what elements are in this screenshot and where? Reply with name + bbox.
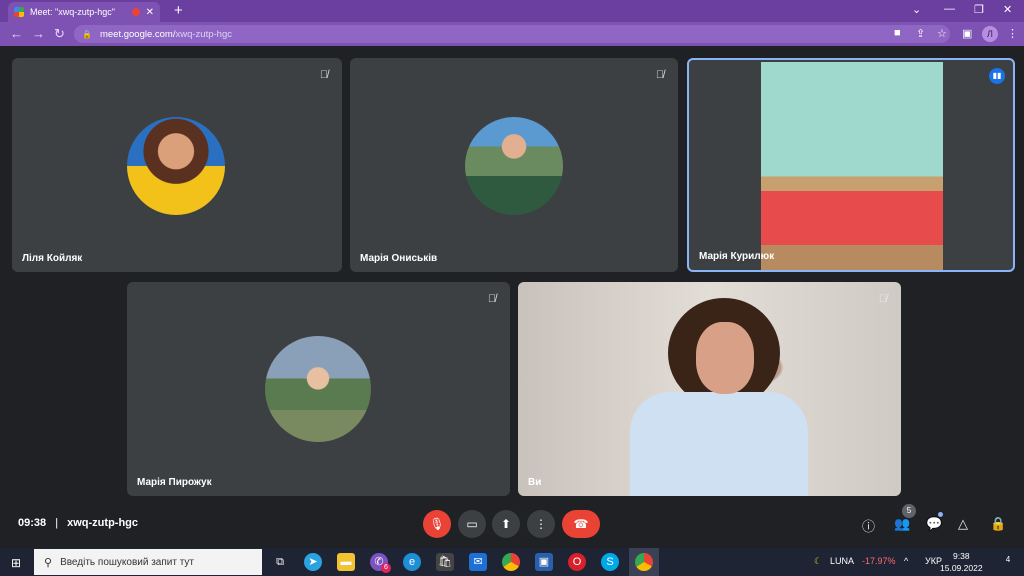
self-video-tile[interactable]: 🎙̸ Ви: [518, 282, 901, 496]
notification-center-icon[interactable]: 4: [1000, 555, 1016, 569]
chat-unread-dot: [938, 512, 943, 517]
present-screen-button[interactable]: ⬆: [492, 510, 520, 538]
clock-date: 15.09.2022: [940, 563, 983, 573]
task-view-icon[interactable]: ⧉: [271, 553, 289, 571]
participant-name: Марія Ониськів: [360, 253, 438, 264]
back-icon[interactable]: ←: [10, 26, 23, 41]
notification-count: 4: [1005, 555, 1011, 564]
browser-tab[interactable]: Meet: "xwq-zutp-hgc" ✕: [8, 2, 160, 22]
recording-dot-icon: [131, 8, 140, 16]
taskbar-search-box[interactable]: ⚲ Введіть пошуковий запит тут: [34, 549, 262, 575]
meeting-code: xwq-zutp-hgc: [67, 517, 139, 529]
mic-off-icon: 🎙̸: [878, 293, 888, 305]
luna-icon: ☾: [814, 556, 823, 566]
camera-toggle-button[interactable]: ▭: [458, 510, 486, 538]
skype-icon[interactable]: S: [601, 553, 619, 571]
reload-icon[interactable]: ↻: [54, 26, 65, 42]
meeting-details-icon[interactable]: ⓘ: [862, 516, 875, 535]
url-host: meet.google.com/: [99, 28, 176, 40]
chrome-icon[interactable]: [502, 553, 520, 571]
url-path: xwq-zutp-hgc: [175, 28, 232, 40]
tab-search-icon[interactable]: ⌄: [912, 3, 921, 16]
participant-tile-active[interactable]: ▮▮ Марія Курилюк: [687, 58, 1015, 272]
search-icon: ⚲: [44, 556, 53, 569]
mic-toggle-button[interactable]: 🎙: [423, 510, 451, 538]
opera-icon[interactable]: O: [568, 553, 586, 571]
bookmark-star-icon[interactable]: ☆: [937, 27, 947, 40]
minimize-icon[interactable]: —: [944, 3, 955, 15]
camera-in-use-icon[interactable]: ■: [894, 27, 901, 39]
participant-avatar: [265, 336, 371, 442]
address-bar[interactable]: 🔒 meet.google.com/xwq-zutp-hgc: [74, 25, 950, 43]
search-placeholder: Введіть пошуковий запит тут: [60, 556, 194, 568]
people-count-badge: 5: [902, 504, 916, 518]
ticker-name[interactable]: LUNA: [830, 556, 854, 566]
participant-avatar: [465, 117, 563, 215]
windows-taskbar: ⊞ ⚲ Введіть пошуковий запит тут ⧉ ➤ ▬ ✆ …: [0, 548, 1024, 576]
new-tab-icon[interactable]: +: [174, 2, 183, 19]
host-controls-icon[interactable]: 🔒: [990, 516, 1006, 532]
restore-icon[interactable]: ❐: [974, 3, 984, 16]
more-options-button[interactable]: ⋮: [527, 510, 555, 538]
browser-toolbar: ← → ↻ 🔒 meet.google.com/xwq-zutp-hgc ■ ⇪…: [0, 22, 1024, 46]
tab-title: Meet: "xwq-zutp-hgc": [30, 7, 115, 17]
ticker-change: -17.97%: [862, 556, 896, 566]
self-camera-feed: [518, 282, 901, 496]
participant-tile[interactable]: 🎙̸ Ліля Койляк: [12, 58, 342, 272]
browser-tab-strip: Meet: "xwq-zutp-hgc" ✕ + ⌄ — ❐ ✕: [0, 0, 1024, 22]
participant-name: Ліля Койляк: [22, 253, 83, 264]
participant-tile[interactable]: 🎙̸ Марія Пирожук: [127, 282, 510, 496]
meeting-controls-bar: 09:38 | xwq-zutp-hgc 🎙 ▭ ⬆ ⋮ ☎ ⓘ 👥 5 💬 △…: [0, 504, 1024, 546]
participant-video: [761, 62, 943, 270]
photos-icon[interactable]: ▣: [535, 553, 553, 571]
participant-name: Марія Курилюк: [699, 251, 775, 262]
chat-icon[interactable]: 💬: [926, 516, 942, 532]
forward-icon[interactable]: →: [32, 26, 45, 41]
chrome-profile-icon[interactable]: [635, 553, 653, 571]
menu-dots-icon[interactable]: ⋮: [1007, 27, 1018, 40]
profile-avatar[interactable]: Л: [982, 26, 998, 42]
store-icon[interactable]: 🛍: [436, 553, 454, 571]
file-explorer-icon[interactable]: ▬: [337, 553, 355, 571]
meeting-info: 09:38 | xwq-zutp-hgc: [18, 517, 138, 529]
taskbar-clock[interactable]: 9:38 15.09.2022: [940, 550, 983, 574]
share-icon[interactable]: ⇪: [916, 27, 925, 40]
mail-icon[interactable]: ✉: [469, 553, 487, 571]
leave-call-button[interactable]: ☎: [562, 510, 600, 538]
participant-avatar: [127, 117, 225, 215]
mic-off-icon: 🎙̸: [655, 69, 665, 81]
participant-name: Марія Пирожук: [137, 477, 212, 488]
close-window-icon[interactable]: ✕: [1003, 3, 1012, 16]
participant-tile[interactable]: 🎙̸ Марія Ониськів: [350, 58, 678, 272]
clock-time: 9:38: [953, 551, 970, 561]
speaking-indicator-icon: ▮▮: [989, 68, 1005, 84]
participant-name: Ви: [528, 477, 542, 488]
meeting-separator: |: [55, 517, 59, 529]
activities-icon[interactable]: △: [958, 516, 968, 532]
close-tab-icon[interactable]: ✕: [146, 7, 154, 18]
windows-start-icon[interactable]: ⊞: [11, 556, 21, 570]
telegram-icon[interactable]: ➤: [304, 553, 322, 571]
lock-icon: 🔒: [82, 29, 92, 39]
edge-icon[interactable]: e: [403, 553, 421, 571]
meeting-time: 09:38: [18, 517, 47, 529]
mic-off-icon: 🎙̸: [319, 69, 329, 81]
meet-favicon-icon: [14, 7, 24, 17]
hidden-icons-icon[interactable]: ^: [904, 556, 908, 566]
side-panel-icon[interactable]: ▣: [962, 27, 972, 40]
mic-off-icon: 🎙̸: [487, 293, 497, 305]
viber-badge: 6: [381, 563, 391, 573]
people-icon[interactable]: 👥: [894, 516, 910, 532]
